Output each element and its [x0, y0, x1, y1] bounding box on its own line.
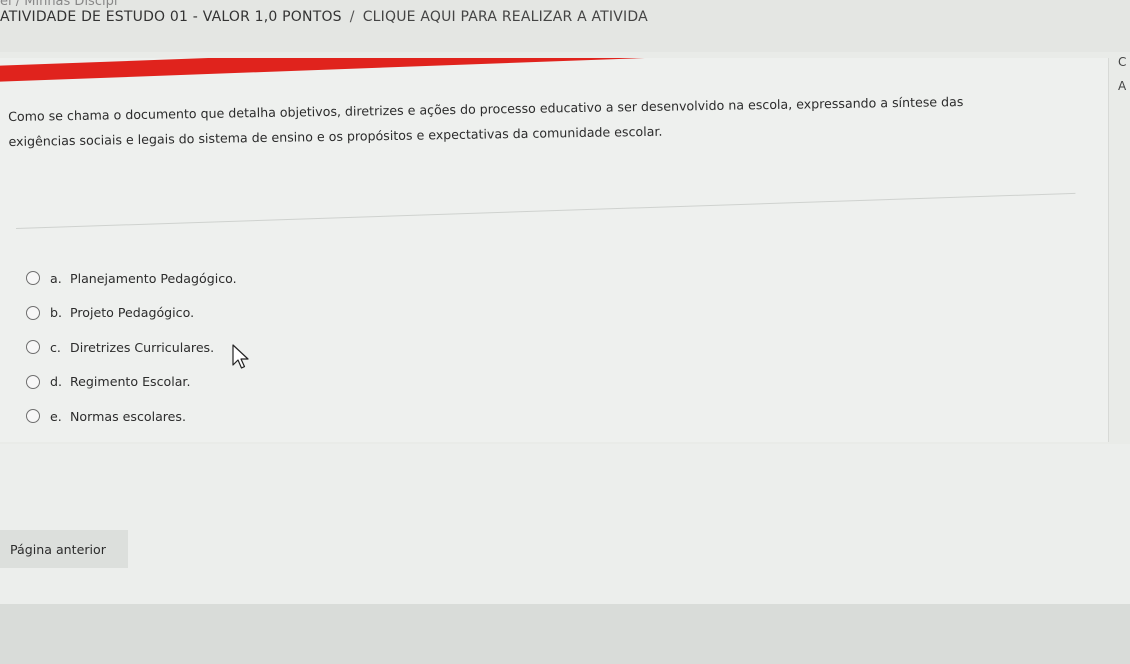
question-accent-bar	[0, 58, 1108, 82]
option-label: Planejamento Pedagógico.	[70, 270, 237, 286]
radio-unchecked-icon[interactable]	[26, 271, 40, 286]
answer-options: a. Planejamento Pedagógico. b. Projeto P…	[26, 261, 237, 434]
previous-page-button[interactable]: Página anterior	[0, 530, 128, 568]
option-letter: c.	[50, 339, 61, 355]
option-label: Regimento Escolar.	[70, 374, 191, 390]
question-text: Como se chama o documento que detalha ob…	[8, 87, 1069, 154]
breadcrumb-trail: ATIVIDADE DE ESTUDO 01 - VALOR 1,0 PONTO…	[0, 9, 648, 25]
option-letter: e.	[50, 408, 62, 424]
answer-option-a[interactable]: a. Planejamento Pedagógico.	[26, 261, 237, 296]
question-card: Como se chama o documento que detalha ob…	[0, 58, 1109, 442]
answer-option-d[interactable]: d. Regimento Escolar.	[26, 365, 237, 400]
side-letter-1: C	[1118, 55, 1127, 69]
footer-strip	[0, 604, 1130, 664]
side-letter-2: A	[1118, 79, 1127, 93]
option-label: Normas escolares.	[70, 408, 186, 424]
option-letter: a.	[50, 270, 62, 286]
radio-unchecked-icon[interactable]	[26, 409, 40, 424]
radio-unchecked-icon[interactable]	[26, 374, 40, 389]
breadcrumb: el / Minhas Discipl ATIVIDADE DE ESTUDO …	[0, 0, 1130, 52]
mouse-pointer-icon	[232, 344, 249, 369]
breadcrumb-activity-title[interactable]: ATIVIDADE DE ESTUDO 01 - VALOR 1,0 PONTO…	[0, 9, 342, 25]
question-divider	[16, 192, 1076, 229]
breadcrumb-parent[interactable]: el / Minhas Discipl	[0, 0, 117, 9]
answer-option-e[interactable]: e. Normas escolares.	[26, 399, 237, 434]
option-letter: b.	[50, 305, 62, 321]
answer-option-b[interactable]: b. Projeto Pedagógico.	[26, 296, 237, 331]
option-label: Projeto Pedagógico.	[70, 305, 195, 321]
radio-unchecked-icon[interactable]	[26, 305, 40, 320]
side-panel-fragment: C A	[1118, 50, 1126, 98]
breadcrumb-separator: /	[349, 9, 355, 25]
option-letter: d.	[50, 374, 62, 390]
option-label: Diretrizes Curriculares.	[70, 339, 215, 355]
answer-option-c[interactable]: c. Diretrizes Curriculares.	[26, 330, 237, 365]
radio-unchecked-icon[interactable]	[26, 340, 40, 355]
breadcrumb-action-link[interactable]: CLIQUE AQUI PARA REALIZAR A ATIVIDA	[363, 9, 648, 25]
